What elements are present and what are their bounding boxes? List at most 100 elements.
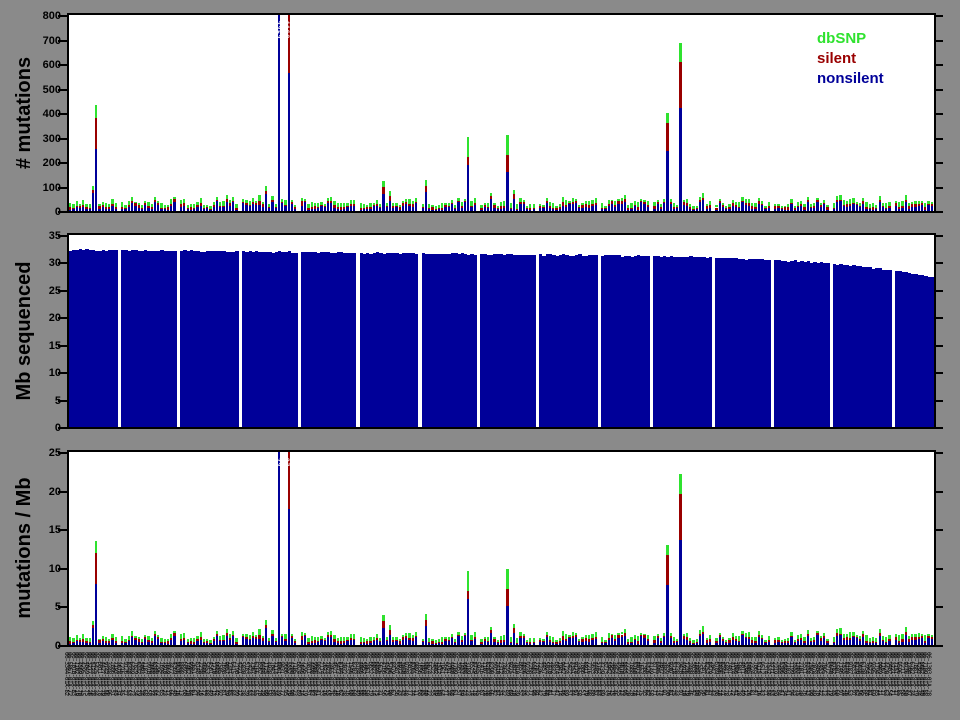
bar-segment-dbsnp: [232, 197, 235, 201]
bar-segment-silent: [290, 202, 294, 204]
bar-segment-dbsnp: [415, 631, 418, 636]
bar-segment-dbsnp: [304, 199, 307, 202]
bar-segment-silent: [111, 638, 114, 640]
bar-segment-dbsnp: [584, 634, 587, 639]
bar-segment-silent: [317, 206, 320, 209]
bar-segment-silent: [405, 201, 408, 204]
bar-segment-silent: [144, 203, 147, 205]
bar-segment-nonsilent: [326, 636, 330, 645]
y-tick-label: 5: [54, 394, 61, 407]
bar-segment-nonsilent: [183, 205, 186, 211]
bar-segment-nonsilent: [731, 639, 734, 645]
panel-num-mutations: 2252 1162 dbSNP silent nonsilent 0 100 200 3…: [43, 10, 943, 218]
bar-segment-nonsilent: [588, 207, 591, 211]
bar-segment-nonsilent: [604, 209, 607, 211]
bar-segment-nonsilent: [421, 208, 424, 211]
bar-segment-nonsilent: [643, 637, 646, 645]
bar-segment-dbsnp: [741, 631, 744, 635]
bar-segment-nonsilent: [255, 204, 258, 211]
bar-segment-nonsilent: [633, 640, 636, 645]
bar-segment-silent: [388, 196, 392, 201]
bar-segment-nonsilent: [196, 206, 199, 211]
y-tick-label: 15: [48, 524, 61, 537]
bar-segment-nonsilent: [493, 207, 496, 211]
bar-segment-nonsilent: [235, 209, 238, 211]
bar-segment-silent: [747, 202, 751, 206]
panel-mb-sequenced: 0 5 10 15 20 25 30 35: [49, 230, 943, 434]
bar-segment-nonsilent: [646, 640, 649, 645]
bar-segment-silent: [744, 203, 747, 205]
bar-segment-silent: [88, 207, 91, 209]
bar-segment-nonsilent: [666, 584, 669, 645]
bar-segment-silent: [898, 640, 901, 643]
bar-segment-nonsilent: [793, 643, 796, 645]
bar-segment-dbsnp: [405, 198, 408, 202]
bar-segment-silent: [431, 207, 434, 210]
bar-segment-nonsilent: [516, 643, 519, 645]
bar-segment-silent: [744, 636, 747, 639]
bar-segment-dbsnp: [326, 632, 330, 636]
bar-segment-silent: [304, 635, 307, 637]
bar-segment-dbsnp: [372, 203, 375, 206]
bar-segment-silent: [366, 206, 369, 210]
bar-segment-dbsnp: [473, 198, 476, 203]
bar-segment-dbsnp: [202, 204, 206, 208]
bar-segment-nonsilent: [783, 643, 787, 645]
bar-segment-dbsnp: [894, 201, 898, 204]
bar-segment-nonsilent: [225, 201, 228, 211]
bar-segment-silent: [552, 207, 555, 210]
bar-segment-dbsnp: [757, 197, 760, 202]
bar-segment-silent: [695, 641, 698, 643]
bar-segment-silent: [388, 630, 392, 635]
bar-segment-silent: [646, 205, 649, 207]
bar-segment-nonsilent: [565, 640, 568, 645]
bar-segment-dbsnp: [111, 633, 114, 639]
bar-segment-dbsnp: [160, 637, 163, 642]
bar-segment-silent: [258, 201, 261, 206]
bar-segment-nonsilent: [382, 627, 385, 645]
bar-segment-dbsnp: [832, 203, 836, 208]
bar-segment-nonsilent: [268, 208, 271, 211]
legend: dbSNP silent nonsilent: [817, 29, 884, 89]
bar-segment-nonsilent: [757, 637, 760, 645]
bar-segment-dbsnp: [607, 633, 610, 638]
bar-segment-silent: [806, 199, 809, 203]
bar-segment-silent: [584, 638, 587, 641]
bar-segment-silent: [519, 201, 522, 204]
legend-item-silent: silent: [817, 50, 857, 67]
bar-segment-dbsnp: [721, 202, 725, 205]
bar-segment-nonsilent: [574, 202, 578, 211]
bar-segment-dbsnp: [313, 202, 317, 207]
bar-segment-silent: [398, 206, 401, 210]
bar-segment-nonsilent: [525, 643, 529, 645]
bar-segment-silent: [623, 633, 627, 636]
bar-segment-nonsilent: [366, 209, 369, 211]
bar-segment-nonsilent: [408, 205, 411, 211]
bar-segment-dbsnp: [689, 203, 692, 208]
bar-segment-silent: [447, 639, 450, 641]
bar-segment-nonsilent: [339, 643, 343, 645]
bar-segment-silent: [72, 208, 75, 210]
bar-segment-silent: [525, 641, 529, 644]
bar-segment-dbsnp: [679, 42, 682, 63]
bar-segment-silent: [574, 201, 578, 203]
bar-mb-sequenced: [235, 251, 239, 427]
bar-segment-silent: [522, 636, 525, 639]
bar-segment-dbsnp: [930, 635, 933, 638]
bar-segment-nonsilent: [663, 637, 666, 645]
y-tick-mark-right: [934, 235, 943, 237]
bar-segment-silent: [532, 207, 535, 209]
bar-segment-nonsilent: [767, 642, 770, 645]
bar-segment-dbsnp: [574, 632, 578, 636]
bar-segment-dbsnp: [894, 634, 898, 637]
bar-segment-nonsilent: [793, 209, 796, 211]
bar-segment-silent: [310, 207, 313, 210]
bar-segment-nonsilent: [780, 643, 783, 645]
bar-segment-nonsilent: [317, 208, 320, 211]
bar-segment-nonsilent: [845, 206, 849, 211]
bar-segment-silent: [463, 200, 467, 202]
bar-segment-nonsilent: [343, 209, 346, 211]
bar-segment-silent: [375, 203, 379, 207]
bar-segment-dbsnp: [457, 197, 460, 201]
bar-segment-nonsilent: [539, 207, 542, 211]
